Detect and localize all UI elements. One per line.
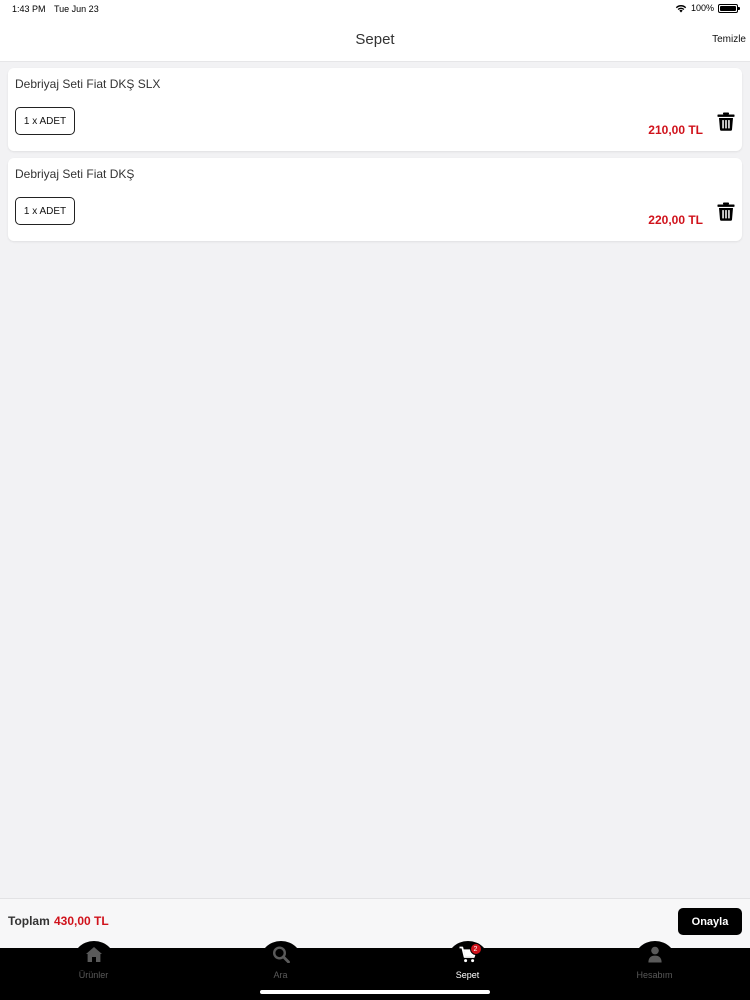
- cart-count-badge: 2: [469, 943, 482, 955]
- total-value: 430,00 TL: [54, 914, 109, 928]
- status-time: 1:43 PM: [12, 4, 46, 14]
- tab-label: Ara: [273, 970, 288, 980]
- total-label: Toplam: [8, 914, 50, 928]
- confirm-button[interactable]: Onayla: [678, 908, 742, 935]
- tab-label: Ürünler: [78, 970, 109, 980]
- tab-label: Hesabım: [636, 970, 673, 980]
- battery-icon: [718, 3, 740, 13]
- tab-cart[interactable]: 2 Sepet: [374, 941, 561, 988]
- tab-products[interactable]: Ürünler: [0, 941, 187, 988]
- cart-item-name: Debriyaj Seti Fiat DKŞ SLX: [15, 77, 161, 91]
- trash-icon[interactable]: [717, 112, 735, 131]
- cart-item: Debriyaj Seti Fiat DKŞ 1 x ADET 220,00 T…: [8, 158, 742, 241]
- nav-bar: Sepet Temizle: [0, 18, 750, 62]
- cart-item-price: 220,00 TL: [648, 213, 703, 227]
- quantity-selector[interactable]: 1 x ADET: [15, 107, 75, 135]
- tab-label: Sepet: [455, 970, 480, 980]
- cart-item-price: 210,00 TL: [648, 123, 703, 137]
- battery-percent: 100%: [690, 3, 714, 13]
- search-icon: [272, 946, 290, 963]
- cart-item-name: Debriyaj Seti Fiat DKŞ: [15, 167, 135, 181]
- clear-cart-button[interactable]: Temizle: [712, 34, 746, 45]
- status-indicators: 100%: [675, 3, 740, 13]
- quantity-selector[interactable]: 1 x ADET: [15, 197, 75, 225]
- page-title: Sepet: [355, 31, 395, 48]
- home-icon: [85, 947, 102, 962]
- home-indicator: [260, 990, 490, 994]
- tab-search[interactable]: Ara: [187, 941, 374, 988]
- total-bar: Toplam 430,00 TL Onayla: [0, 898, 750, 948]
- tab-account[interactable]: Hesabım: [561, 941, 748, 988]
- trash-icon[interactable]: [717, 202, 735, 221]
- user-icon: [647, 946, 662, 963]
- status-date: Tue Jun 23: [54, 4, 99, 14]
- cart-item: Debriyaj Seti Fiat DKŞ SLX 1 x ADET 210,…: [8, 68, 742, 151]
- wifi-icon: [675, 4, 687, 12]
- status-bar: 1:43 PM Tue Jun 23 100%: [0, 0, 750, 18]
